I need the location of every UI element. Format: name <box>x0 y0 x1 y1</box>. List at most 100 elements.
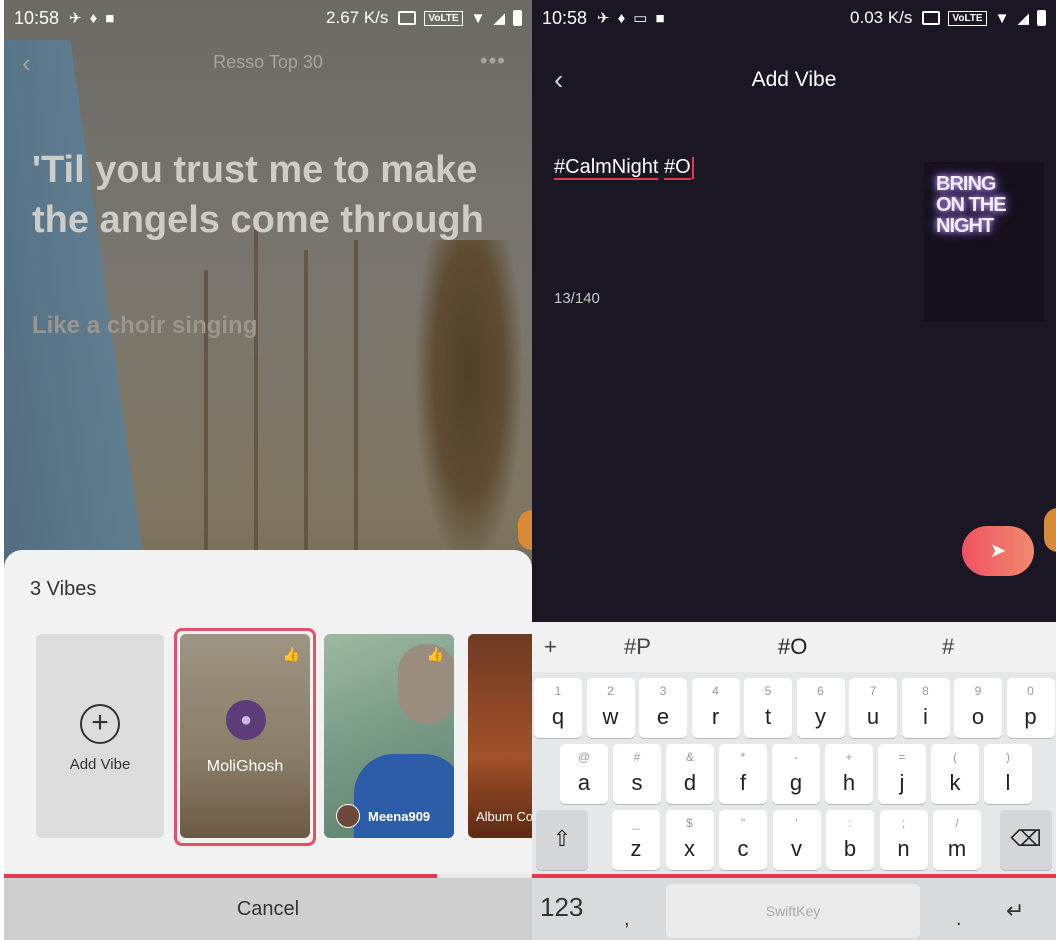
key-u[interactable]: 7u <box>849 678 897 738</box>
key-l[interactable]: ) l <box>984 744 1032 804</box>
video-icon: ■ <box>655 9 665 27</box>
key-g[interactable]: -g <box>772 744 820 804</box>
key-s[interactable]: # s <box>613 744 661 804</box>
key-y[interactable]: 6y <box>796 678 845 738</box>
key-hint: 7 <box>869 684 877 698</box>
add-vibe-header: ‹ Add Vibe <box>532 52 1056 108</box>
key-x[interactable]: $ x <box>665 810 714 870</box>
avatar <box>336 804 360 828</box>
key-d[interactable]: & d <box>666 744 714 804</box>
key-hint: - <box>794 750 798 764</box>
key-hint: ) <box>1006 750 1010 764</box>
more-icon[interactable]: ••• <box>480 48 506 74</box>
key-h[interactable]: + h <box>825 744 873 804</box>
key-t[interactable]: 5t <box>744 678 792 738</box>
text-cursor <box>691 156 694 179</box>
key-label: v <box>791 836 802 861</box>
shift-key[interactable]: ⇧ <box>536 810 588 870</box>
key-hint: 3 <box>659 684 667 698</box>
comma-key[interactable]: , <box>624 908 630 931</box>
key-z[interactable]: _ z <box>612 810 660 870</box>
back-icon[interactable]: ‹ <box>22 48 31 79</box>
like-icon[interactable]: 👍 <box>427 646 444 663</box>
char-counter: 13/140 <box>554 290 600 307</box>
key-hint: 5 <box>764 684 772 698</box>
key-label: f <box>739 770 747 795</box>
shift-icon: ⇧ <box>552 826 572 851</box>
network-speed: 0.03 K/s <box>850 8 913 27</box>
key-n[interactable]: ; n <box>879 810 928 870</box>
cancel-button[interactable]: Cancel <box>4 878 532 940</box>
suggestion-item[interactable]: # <box>942 634 954 660</box>
vibe-photo-shirt <box>354 754 454 838</box>
send-button[interactable]: ➤ <box>962 526 1034 576</box>
key-hint: _ <box>632 816 640 830</box>
back-icon[interactable]: ‹ <box>554 52 563 108</box>
key-b[interactable]: :b <box>826 810 874 870</box>
key-label: h <box>842 770 856 795</box>
location-icon: ♦ <box>89 9 98 27</box>
key-hint: 1 <box>554 684 562 698</box>
vibe-card[interactable]: Album Co <box>468 634 532 838</box>
status-time: 10:58 <box>14 7 60 28</box>
add-circle-icon: + <box>80 704 120 744</box>
suggestion-item[interactable]: #P <box>624 634 651 660</box>
key-i[interactable]: 8i <box>901 678 950 738</box>
volte-badge: VoLTE <box>948 10 987 26</box>
backspace-key[interactable]: ⌫ <box>1000 810 1052 870</box>
vibe-text-input[interactable]: #CalmNight #O <box>554 156 694 180</box>
video-icon: ■ <box>105 9 115 27</box>
space-key[interactable]: SwiftKey <box>666 884 920 938</box>
key-q[interactable]: 1q <box>534 678 582 738</box>
add-vibe-card[interactable]: + Add Vibe <box>36 634 164 838</box>
key-c[interactable]: " c <box>719 810 767 870</box>
numbers-key[interactable]: 123 <box>540 892 583 923</box>
key-label: b <box>843 836 857 861</box>
player-header: ‹ Resso Top 30 ••• <box>4 36 532 88</box>
key-hint: ( <box>953 750 957 764</box>
key-e[interactable]: 3e <box>639 678 687 738</box>
enter-icon[interactable]: ↵ <box>1006 898 1024 924</box>
notification-icon: ✈ <box>69 10 82 27</box>
key-label: o <box>971 704 985 729</box>
key-v[interactable]: ' v <box>772 810 821 870</box>
key-a[interactable]: @ a <box>560 744 608 804</box>
playlist-title: Resso Top 30 <box>213 51 323 72</box>
key-label: j <box>899 770 905 795</box>
key-label: s <box>631 770 643 795</box>
lyric-next: Like a choir singing <box>32 312 258 339</box>
status-bar: 10:58 ✈ ♦ ■ 2.67 K/s VoLTE ▼ ◢ <box>4 0 532 36</box>
key-f[interactable]: * f <box>719 744 767 804</box>
key-o[interactable]: 9o <box>954 678 1002 738</box>
floating-button[interactable] <box>1044 508 1056 552</box>
backspace-icon: ⌫ <box>1010 826 1042 851</box>
key-w[interactable]: 2w <box>586 678 635 738</box>
vibe-user-name: Album Co <box>476 809 532 824</box>
status-bar: 10:58 ✈ ♦ ▭ ■ 0.03 K/s VoLTE ▼ ◢ <box>532 0 1056 36</box>
tree <box>354 240 358 570</box>
key-m[interactable]: / m <box>933 810 981 870</box>
floating-button[interactable] <box>518 510 532 550</box>
key-label: e <box>656 704 670 729</box>
key-r[interactable]: 4r <box>691 678 740 738</box>
key-p[interactable]: 0p <box>1006 678 1055 738</box>
key-label: k <box>949 770 961 795</box>
period-key[interactable]: . <box>956 908 962 931</box>
suggestion-item[interactable]: #O <box>778 634 807 660</box>
vibe-image-preview[interactable]: BRING ON THE NIGHT <box>924 162 1044 322</box>
suggestion-item[interactable]: + <box>544 634 557 660</box>
like-icon[interactable]: 👍 <box>283 646 300 663</box>
status-time: 10:58 <box>542 7 588 28</box>
key-j[interactable]: = j <box>878 744 926 804</box>
key-k[interactable]: (k <box>931 744 979 804</box>
vibe-card[interactable]: 👍 ● MoliGhosh <box>180 634 310 838</box>
send-icon: ➤ <box>989 540 1007 562</box>
key-label: t <box>764 704 772 729</box>
key-label: m <box>947 836 967 861</box>
vibe-card[interactable]: 👍 Meena909 <box>324 634 454 838</box>
vibe-user-name: Meena909 <box>368 809 431 824</box>
network-speed: 2.67 K/s <box>326 8 389 27</box>
sheet-title: 3 Vibes <box>30 578 97 600</box>
signal-icon: ◢ <box>493 10 505 27</box>
key-label: g <box>789 770 803 795</box>
